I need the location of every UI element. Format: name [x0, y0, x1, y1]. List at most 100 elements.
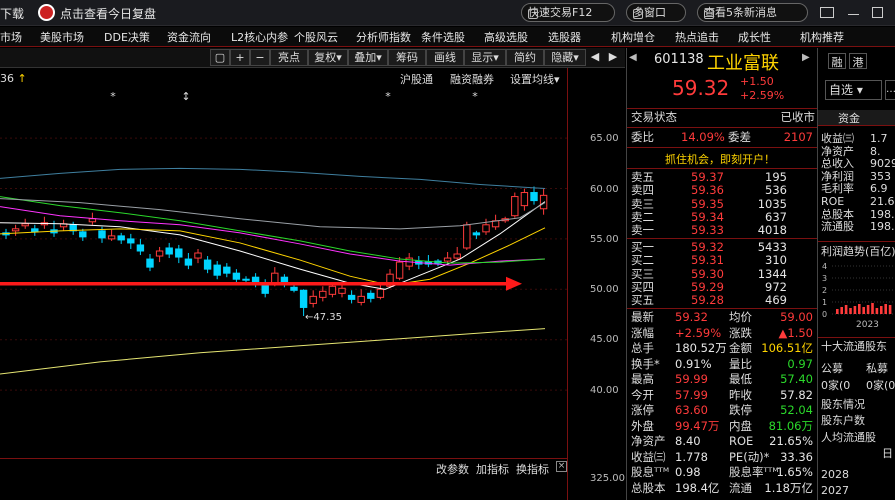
display-button[interactable]: 显示▾: [464, 49, 506, 66]
menu-item[interactable]: 分析师指数: [356, 29, 411, 45]
candle-body: [117, 235, 125, 241]
mail-icon[interactable]: [820, 7, 834, 18]
adjust-button[interactable]: 复权▾: [308, 49, 348, 66]
chips-button[interactable]: 筹码: [388, 49, 426, 66]
bid-label: 买一: [631, 240, 654, 254]
stock-code: 601138: [654, 52, 704, 67]
simple-button[interactable]: 简约: [506, 49, 544, 66]
bid-volume: 1344: [757, 266, 787, 281]
stat-value: 59.00: [780, 310, 813, 324]
ma120-line: [0, 167, 546, 189]
fullscreen-icon[interactable]: ▢: [210, 49, 230, 66]
stat-label: 最高: [631, 372, 654, 386]
menu-item[interactable]: 高级选股: [484, 29, 528, 45]
quote-row: 卖二 59.34 637: [631, 209, 815, 224]
finance-label: 总股本: [821, 207, 854, 221]
trend-tick: 2: [822, 286, 827, 295]
finance-label: 总收入: [821, 157, 854, 171]
menu-item[interactable]: 选股器: [548, 29, 581, 45]
finance-label: ROE: [821, 195, 845, 208]
nav-back-icon[interactable]: ◀: [629, 52, 637, 63]
quote-row: 净资产 8.40 ROE 21.65%: [631, 435, 815, 448]
hide-button[interactable]: 隐藏▾: [544, 49, 586, 66]
stat-value: 8.40: [675, 434, 701, 448]
avg-holding: 人均流通股: [821, 431, 876, 444]
switch-indicator-link[interactable]: 换指标: [516, 461, 549, 477]
add-indicator-link[interactable]: 加指标: [476, 461, 509, 477]
news-button[interactable]: 查看5条新消息: [697, 3, 808, 22]
menu-item[interactable]: 条件选股: [421, 29, 465, 45]
candle-body: [155, 250, 164, 257]
candle-body: [21, 223, 29, 227]
stat-label: 股息ᵀᵀᴹ: [631, 465, 670, 479]
menu-item[interactable]: 美股市场: [40, 29, 84, 45]
quote-panel: ◀ 601138 工业富联 ▶ 59.32 +1.50 +2.59% 交易状态 已…: [626, 48, 817, 500]
restore-icon[interactable]: [872, 7, 883, 18]
candle-body: [213, 264, 221, 276]
menu-item[interactable]: 资金流向: [167, 29, 211, 45]
zoom-in-icon[interactable]: +: [230, 49, 250, 66]
quick-trade-button[interactable]: 快速交易F12: [521, 3, 615, 22]
edit-params-link[interactable]: 改参数: [436, 461, 469, 477]
draw-button[interactable]: 画线: [426, 49, 464, 66]
candle-body: [319, 290, 327, 298]
candle-body: [309, 295, 317, 304]
kline-chart[interactable]: ←47.35 * ↕ * *: [0, 68, 567, 500]
finance-label: 净利润: [821, 169, 854, 183]
ask-label: 卖五: [631, 170, 654, 184]
candle-body: [11, 228, 20, 232]
stock-name: 工业富联: [707, 53, 779, 74]
divider: [0, 458, 567, 459]
nav-forward-icon[interactable]: ▶: [802, 52, 810, 63]
promo-link[interactable]: 抓住机会，即刻开户！: [665, 151, 775, 167]
menu-item[interactable]: 市场: [0, 29, 22, 45]
ma250-line: [0, 328, 546, 375]
close-icon[interactable]: ×: [556, 461, 567, 472]
finance-value: 353: [870, 169, 891, 183]
stat-label: 今开: [631, 387, 654, 402]
menu-item[interactable]: 机构增仓: [611, 29, 655, 45]
prev-icon[interactable]: ◀: [586, 49, 604, 66]
ask-price: 59.34: [691, 209, 724, 224]
menu-item[interactable]: 机构推荐: [800, 29, 844, 45]
status-value: 已收市: [780, 110, 816, 124]
minimize-icon[interactable]: [848, 14, 859, 15]
menu-item[interactable]: 个股风云: [294, 29, 338, 45]
finance-label: 毛利率: [821, 182, 854, 196]
stat-label: 金额: [729, 341, 752, 355]
profit-trend-chart: 4 3 2 1 0 2023: [822, 262, 895, 330]
candle-body: [367, 292, 375, 299]
candle-body: [146, 258, 154, 268]
ask-volume: 4018: [757, 223, 787, 238]
menu-item[interactable]: 成长性: [738, 29, 771, 45]
multi-window-button[interactable]: 多窗口: [626, 3, 686, 22]
menu-item[interactable]: L2核心内参: [231, 29, 288, 45]
daily-review-link[interactable]: 点击查看今日复盘: [60, 5, 156, 22]
news-icon: [704, 9, 714, 19]
overlay-button[interactable]: 叠加▾: [348, 49, 388, 66]
next-icon[interactable]: ▶: [604, 49, 622, 66]
stat-label: 总手: [631, 341, 654, 355]
margin-tag: 融: [828, 53, 846, 69]
stat-value: 1.18万亿: [764, 480, 813, 495]
tab-capital[interactable]: 资金: [818, 110, 895, 126]
stat-value: +2.59%: [675, 325, 722, 340]
weicha-label: 委差: [728, 130, 751, 144]
more-icon[interactable]: …: [885, 80, 895, 100]
menu-item[interactable]: DDE决策: [104, 29, 150, 45]
trend-tick: 1: [822, 298, 827, 307]
ask-price: 59.35: [691, 196, 724, 211]
watchlist-select[interactable]: 自选 ▾: [825, 80, 882, 100]
candle-body: [184, 258, 193, 266]
shareholder-info[interactable]: 股东情况: [821, 398, 865, 411]
menu-bar: 市场 美股市场 DDE决策 资金流向 L2核心内参 个股风云 分析师指数 条件选…: [0, 27, 895, 47]
menu-item[interactable]: 热点追击: [675, 29, 719, 45]
ask-volume: 536: [765, 183, 787, 198]
event-marker-icon: ↕: [181, 90, 190, 103]
zoom-out-icon[interactable]: −: [250, 49, 270, 66]
stat-value: 59.32: [675, 310, 708, 324]
highlight-button[interactable]: 亮点: [270, 49, 308, 66]
quote-row: 总股本 198.4亿 流通 1.18万亿: [631, 480, 815, 495]
download-link[interactable]: 下载: [0, 5, 24, 22]
candle-body: [453, 253, 461, 259]
